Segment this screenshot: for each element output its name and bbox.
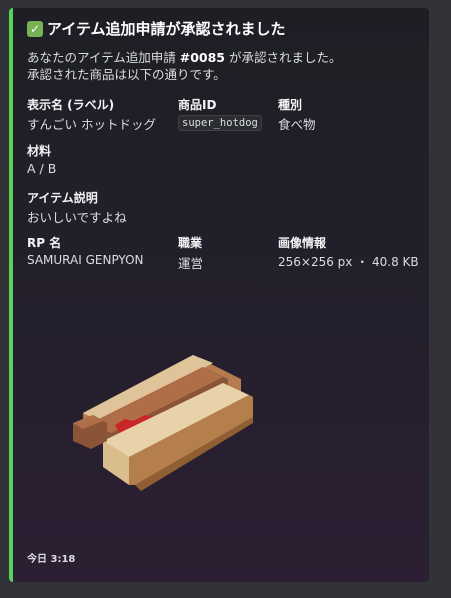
description-suffix: が承認されました。 (225, 50, 342, 65)
product-id-code: super_hotdog (178, 115, 262, 131)
approval-embed: ✓ アイテム追加申請が承認されました あなたのアイテム追加申請 #0085 が承… (9, 8, 429, 582)
description-prefix: あなたのアイテム追加申請 (27, 50, 180, 65)
field-rp-name-value: SAMURAI GENPYON (27, 253, 144, 267)
field-job-value: 運営 (178, 256, 204, 271)
field-image-info-value: 256×256 px ・ 40.8 KB (278, 255, 419, 269)
embed-description: あなたのアイテム追加申請 #0085 が承認されました。 承認された商品は以下の… (27, 49, 341, 83)
hotdog-image[interactable] (63, 345, 253, 505)
description-line2: 承認された商品は以下の通りです。 (27, 67, 226, 82)
field-job-label: 職業 (178, 236, 203, 250)
field-category-value: 食べ物 (278, 117, 316, 132)
check-mark-icon: ✓ (27, 20, 43, 37)
embed-title-text: アイテム追加申請が承認されました (47, 20, 286, 38)
embed-footer-timestamp: 今日 3:18 (27, 554, 76, 565)
field-category-label: 種別 (278, 98, 303, 112)
field-product-id-value: super_hotdog (178, 114, 262, 131)
field-description-value: おいしいですよね (27, 210, 127, 225)
field-display-name-value: すんごい ホットドッグ (27, 117, 156, 132)
field-display-name-label: 表示名 (ラベル) (27, 98, 115, 112)
field-materials-value: A / B (27, 161, 57, 176)
embed-title: ✓ アイテム追加申請が承認されました (27, 18, 286, 39)
request-id: #0085 (179, 50, 225, 65)
field-image-info-label: 画像情報 (278, 236, 327, 250)
field-description-label: アイテム説明 (27, 191, 98, 205)
field-materials-label: 材料 (27, 144, 52, 158)
field-rp-name-label: RP 名 (27, 236, 62, 250)
field-product-id-label: 商品ID (178, 98, 217, 112)
